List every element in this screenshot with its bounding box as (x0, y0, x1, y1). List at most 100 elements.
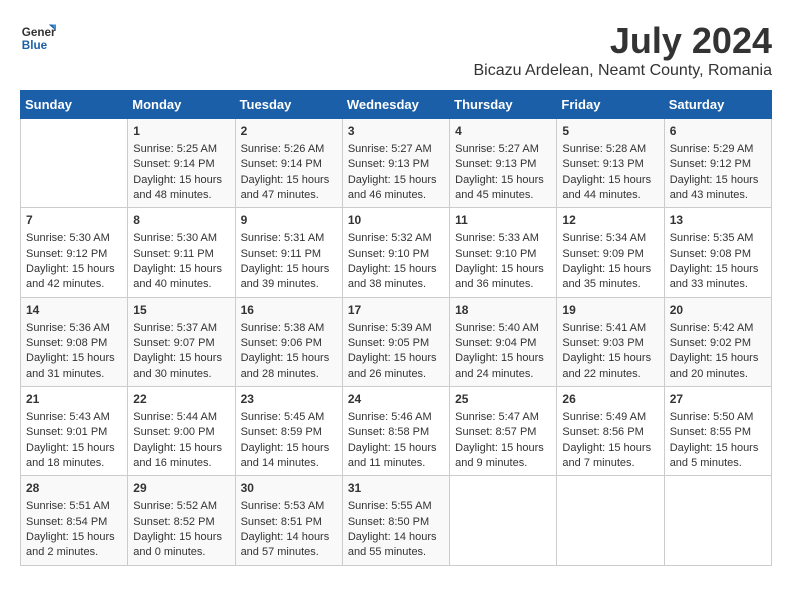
calendar-cell: 3Sunrise: 5:27 AMSunset: 9:13 PMDaylight… (342, 119, 449, 208)
day-info-line: Sunset: 8:58 PM (348, 425, 444, 440)
day-info-line: Daylight: 14 hours (348, 530, 444, 545)
calendar-cell: 28Sunrise: 5:51 AMSunset: 8:54 PMDayligh… (21, 476, 128, 565)
calendar-table: SundayMondayTuesdayWednesdayThursdayFrid… (20, 90, 772, 566)
day-info-line: Sunrise: 5:27 AM (455, 142, 551, 157)
calendar-cell: 27Sunrise: 5:50 AMSunset: 8:55 PMDayligh… (664, 387, 771, 476)
day-info-line: Sunrise: 5:45 AM (241, 410, 337, 425)
calendar-cell (557, 476, 664, 565)
day-info-line: Sunset: 9:03 PM (562, 336, 658, 351)
day-number: 29 (133, 480, 229, 497)
day-number: 16 (241, 302, 337, 319)
day-info-line: Daylight: 15 hours (241, 262, 337, 277)
day-info-line: Daylight: 15 hours (670, 173, 766, 188)
calendar-cell: 14Sunrise: 5:36 AMSunset: 9:08 PMDayligh… (21, 297, 128, 386)
day-info-line: Sunset: 9:10 PM (455, 247, 551, 262)
day-info-line: Sunset: 9:05 PM (348, 336, 444, 351)
calendar-cell: 10Sunrise: 5:32 AMSunset: 9:10 PMDayligh… (342, 208, 449, 297)
svg-text:Blue: Blue (22, 39, 48, 52)
day-info-line: and 2 minutes. (26, 545, 122, 560)
day-info-line: and 14 minutes. (241, 456, 337, 471)
calendar-cell: 6Sunrise: 5:29 AMSunset: 9:12 PMDaylight… (664, 119, 771, 208)
day-header-monday: Monday (128, 91, 235, 119)
day-info-line: and 44 minutes. (562, 188, 658, 203)
day-info-line: Sunset: 9:08 PM (26, 336, 122, 351)
day-info-line: Sunset: 9:12 PM (670, 157, 766, 172)
day-info-line: Sunrise: 5:27 AM (348, 142, 444, 157)
calendar-cell: 1Sunrise: 5:25 AMSunset: 9:14 PMDaylight… (128, 119, 235, 208)
day-info-line: Sunset: 9:08 PM (670, 247, 766, 262)
day-number: 8 (133, 212, 229, 229)
day-info-line: Sunrise: 5:40 AM (455, 321, 551, 336)
day-info-line: and 36 minutes. (455, 277, 551, 292)
day-number: 28 (26, 480, 122, 497)
day-info-line: Sunrise: 5:50 AM (670, 410, 766, 425)
day-info-line: and 40 minutes. (133, 277, 229, 292)
calendar-cell: 19Sunrise: 5:41 AMSunset: 9:03 PMDayligh… (557, 297, 664, 386)
day-info-line: Sunrise: 5:37 AM (133, 321, 229, 336)
day-info-line: Daylight: 15 hours (133, 351, 229, 366)
day-info-line: Daylight: 15 hours (455, 351, 551, 366)
day-info-line: and 30 minutes. (133, 367, 229, 382)
day-info-line: and 35 minutes. (562, 277, 658, 292)
day-info-line: Sunset: 9:13 PM (455, 157, 551, 172)
day-info-line: Daylight: 15 hours (348, 351, 444, 366)
day-number: 24 (348, 391, 444, 408)
day-info-line: Daylight: 15 hours (241, 441, 337, 456)
logo: General Blue (20, 20, 56, 56)
day-info-line: Daylight: 15 hours (133, 441, 229, 456)
day-number: 14 (26, 302, 122, 319)
day-number: 31 (348, 480, 444, 497)
day-info-line: and 39 minutes. (241, 277, 337, 292)
day-info-line: and 47 minutes. (241, 188, 337, 203)
day-info-line: and 0 minutes. (133, 545, 229, 560)
day-number: 11 (455, 212, 551, 229)
day-info-line: Daylight: 15 hours (26, 530, 122, 545)
day-info-line: Sunset: 9:14 PM (241, 157, 337, 172)
day-info-line: Sunrise: 5:33 AM (455, 231, 551, 246)
day-info-line: Sunrise: 5:38 AM (241, 321, 337, 336)
day-info-line: and 7 minutes. (562, 456, 658, 471)
day-info-line: Daylight: 15 hours (455, 441, 551, 456)
day-info-line: Sunrise: 5:42 AM (670, 321, 766, 336)
day-info-line: Sunset: 8:59 PM (241, 425, 337, 440)
day-info-line: Sunset: 9:07 PM (133, 336, 229, 351)
day-info-line: and 16 minutes. (133, 456, 229, 471)
calendar-cell: 23Sunrise: 5:45 AMSunset: 8:59 PMDayligh… (235, 387, 342, 476)
calendar-cell: 16Sunrise: 5:38 AMSunset: 9:06 PMDayligh… (235, 297, 342, 386)
calendar-cell: 13Sunrise: 5:35 AMSunset: 9:08 PMDayligh… (664, 208, 771, 297)
day-info-line: and 18 minutes. (26, 456, 122, 471)
day-info-line: Daylight: 15 hours (133, 173, 229, 188)
day-info-line: Sunrise: 5:25 AM (133, 142, 229, 157)
day-info-line: Sunrise: 5:44 AM (133, 410, 229, 425)
calendar-cell: 22Sunrise: 5:44 AMSunset: 9:00 PMDayligh… (128, 387, 235, 476)
day-info-line: Sunset: 9:13 PM (348, 157, 444, 172)
day-info-line: Sunset: 8:55 PM (670, 425, 766, 440)
day-number: 15 (133, 302, 229, 319)
day-number: 3 (348, 123, 444, 140)
day-info-line: and 5 minutes. (670, 456, 766, 471)
day-number: 2 (241, 123, 337, 140)
day-number: 27 (670, 391, 766, 408)
day-info-line: Sunset: 9:06 PM (241, 336, 337, 351)
day-info-line: Sunrise: 5:31 AM (241, 231, 337, 246)
logo-icon: General Blue (20, 20, 56, 56)
day-info-line: and 26 minutes. (348, 367, 444, 382)
day-info-line: Sunrise: 5:46 AM (348, 410, 444, 425)
day-header-saturday: Saturday (664, 91, 771, 119)
day-info-line: and 38 minutes. (348, 277, 444, 292)
day-info-line: and 46 minutes. (348, 188, 444, 203)
day-info-line: and 57 minutes. (241, 545, 337, 560)
day-info-line: and 42 minutes. (26, 277, 122, 292)
day-header-friday: Friday (557, 91, 664, 119)
day-info-line: Sunset: 8:57 PM (455, 425, 551, 440)
day-info-line: and 22 minutes. (562, 367, 658, 382)
calendar-cell: 12Sunrise: 5:34 AMSunset: 9:09 PMDayligh… (557, 208, 664, 297)
day-info-line: Sunset: 9:11 PM (241, 247, 337, 262)
day-info-line: Daylight: 15 hours (670, 351, 766, 366)
calendar-cell (21, 119, 128, 208)
title-block: July 2024 Bicazu Ardelean, Neamt County,… (473, 20, 772, 80)
day-number: 22 (133, 391, 229, 408)
day-info-line: Sunrise: 5:32 AM (348, 231, 444, 246)
month-title: July 2024 (473, 20, 772, 62)
day-number: 4 (455, 123, 551, 140)
